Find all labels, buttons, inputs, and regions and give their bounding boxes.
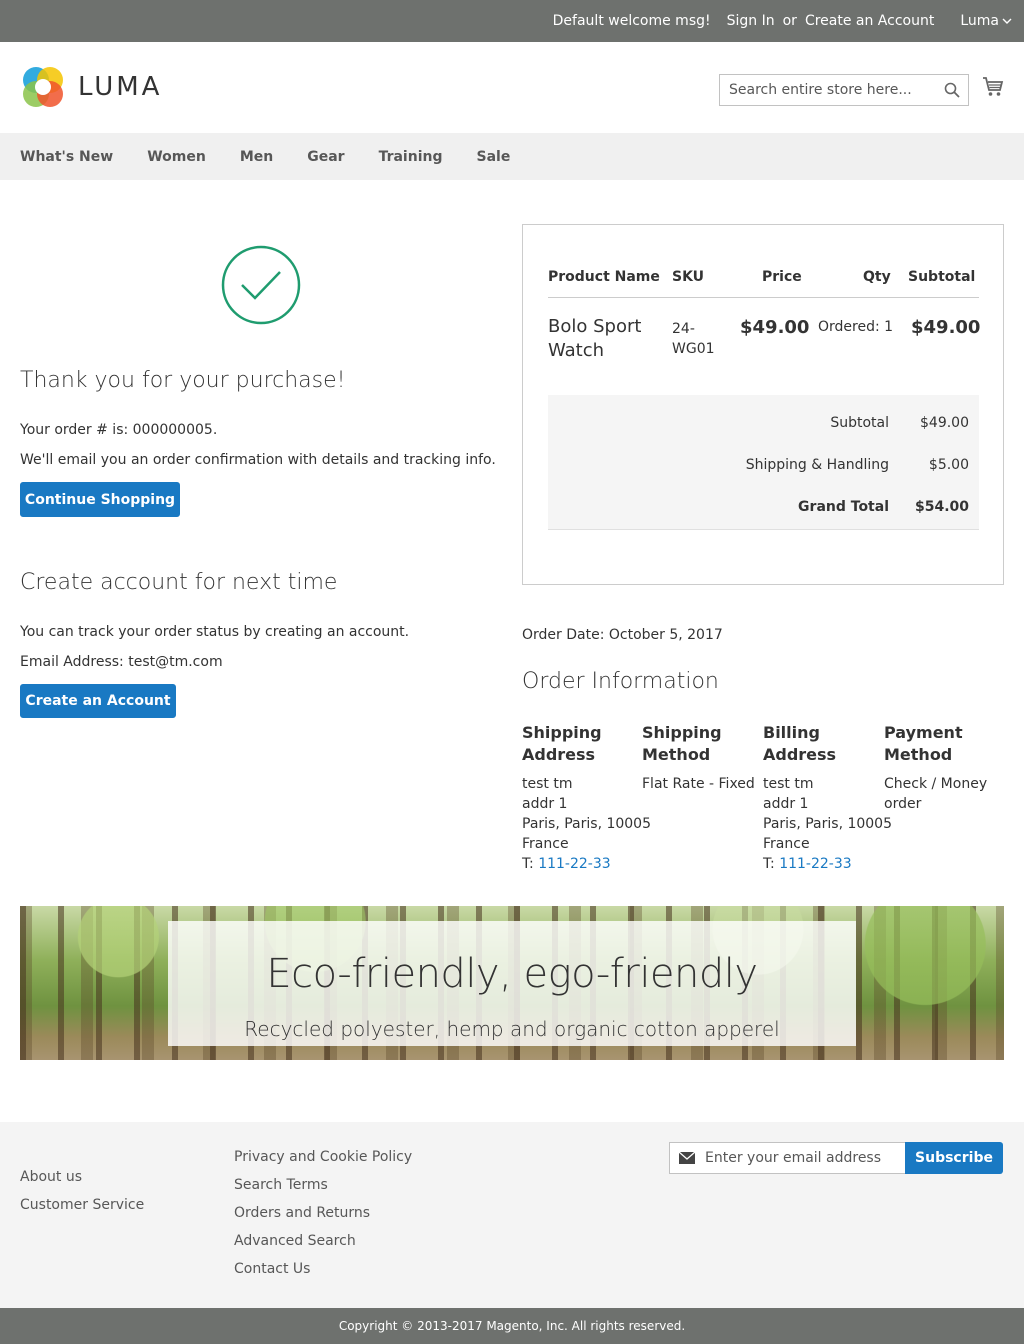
product-price: $49.00	[740, 317, 810, 338]
footer: About us Customer Service Privacy and Co…	[0, 1122, 1024, 1308]
address-line: Paris, Paris, 10005	[763, 816, 893, 832]
nav-item-training[interactable]: Training	[379, 149, 443, 165]
product-sku: 24-WG01	[672, 321, 715, 357]
search-icon[interactable]	[936, 82, 968, 98]
top-bar: Default welcome msg! Sign In or Create a…	[0, 0, 1024, 42]
track-note: You can track your order status by creat…	[20, 624, 410, 640]
address-line: addr 1	[763, 796, 809, 812]
payment-method: Payment Method Check / Money order	[884, 722, 999, 814]
banner-panel: Eco-friendly, ego-friendly Recycled poly…	[168, 921, 856, 1046]
shipping-address: Shipping Address test tm addr 1 Paris, P…	[522, 722, 652, 874]
payment-method-value: Check / Money order	[884, 776, 988, 812]
logo-text: LUMA	[78, 72, 163, 102]
welcome-message: Default welcome msg!	[552, 13, 711, 29]
header-qty: Qty	[863, 269, 891, 285]
or-text: or	[782, 13, 797, 29]
footer-link-about-us[interactable]: About us	[20, 1163, 144, 1191]
totals-value: $49.00	[920, 415, 969, 431]
subscribe-button[interactable]: Subscribe	[905, 1142, 1003, 1174]
checkmark-icon	[221, 245, 301, 325]
header: LUMA Search entire store here...	[0, 42, 1024, 133]
success-title: Thank you for your purchase!	[20, 368, 346, 393]
phone-prefix: T:	[763, 856, 775, 872]
product-qty: Ordered: 1	[818, 319, 894, 335]
store-switcher-label: Luma	[960, 13, 999, 29]
header-subtotal: Subtotal	[908, 269, 976, 285]
main-nav: What's New Women Men Gear Training Sale	[0, 133, 1024, 180]
shipping-method-value: Flat Rate - Fixed	[642, 776, 755, 792]
address-line: test tm	[763, 776, 814, 792]
phone-link[interactable]: 111-22-33	[779, 856, 851, 872]
totals-label: Subtotal	[830, 415, 889, 431]
footer-link-search-terms[interactable]: Search Terms	[234, 1171, 412, 1199]
footer-link-privacy[interactable]: Privacy and Cookie Policy	[234, 1143, 412, 1171]
footer-link-contact-us[interactable]: Contact Us	[234, 1255, 412, 1283]
order-summary: Product Name SKU Price Qty Subtotal Bolo…	[522, 224, 1004, 585]
sign-in-link[interactable]: Sign In	[727, 13, 775, 29]
continue-shopping-button[interactable]: Continue Shopping	[20, 482, 180, 517]
address-line: France	[763, 836, 810, 852]
create-account-button[interactable]: Create an Account	[20, 684, 176, 718]
store-switcher[interactable]: Luma	[948, 13, 1012, 29]
create-account-link[interactable]: Create an Account	[805, 13, 934, 29]
email-note: We'll email you an order confirmation wi…	[20, 452, 496, 468]
chevron-down-icon	[1002, 18, 1012, 24]
address-line: Paris, Paris, 10005	[522, 816, 652, 832]
phone-prefix: T:	[522, 856, 534, 872]
totals-label: Shipping & Handling	[745, 457, 889, 473]
billing-address-title: Billing Address	[763, 723, 837, 764]
banner-subheading: Recycled polyester, hemp and organic cot…	[244, 1017, 780, 1041]
address-line: France	[522, 836, 569, 852]
header-product-name: Product Name	[548, 269, 660, 285]
footer-links-1: About us Customer Service	[20, 1163, 144, 1219]
newsletter-placeholder: Enter your email address	[705, 1150, 882, 1166]
address-line: addr 1	[522, 796, 568, 812]
nav-item-women[interactable]: Women	[147, 149, 206, 165]
phone-line: T: 111-22-33	[522, 854, 647, 874]
shipping-method: Shipping Method Flat Rate - Fixed	[642, 722, 757, 794]
totals-value: $54.00	[914, 499, 969, 515]
luma-logo-icon	[23, 67, 63, 107]
banner-heading: Eco-friendly, ego-friendly	[266, 951, 758, 997]
payment-method-title: Payment Method	[884, 723, 963, 764]
order-info-title: Order Information	[522, 669, 719, 694]
divider	[548, 297, 979, 298]
search-input[interactable]: Search entire store here...	[719, 74, 969, 106]
totals-value: $5.00	[928, 457, 969, 473]
shipping-method-title: Shipping Method	[642, 723, 722, 764]
billing-address: Billing Address test tm addr 1 Paris, Pa…	[763, 722, 893, 874]
header-sku: SKU	[672, 269, 705, 285]
shipping-address-title: Shipping Address	[522, 723, 602, 764]
nav-item-whats-new[interactable]: What's New	[20, 149, 113, 165]
footer-link-advanced-search[interactable]: Advanced Search	[234, 1227, 412, 1255]
product-name: Bolo Sport Watch	[548, 316, 642, 361]
newsletter-email-input[interactable]: Enter your email address	[669, 1142, 906, 1174]
header-price: Price	[762, 269, 802, 285]
search-placeholder: Search entire store here...	[729, 82, 912, 98]
nav-item-men[interactable]: Men	[240, 149, 273, 165]
footer-link-orders-returns[interactable]: Orders and Returns	[234, 1199, 412, 1227]
copyright: Copyright © 2013-2017 Magento, Inc. All …	[0, 1308, 1024, 1344]
address-line: test tm	[522, 776, 573, 792]
order-date: Order Date: October 5, 2017	[522, 627, 723, 643]
order-number: Your order # is: 000000005.	[20, 422, 218, 438]
nav-item-sale[interactable]: Sale	[476, 149, 510, 165]
totals-label: Grand Total	[798, 499, 889, 515]
footer-link-customer-service[interactable]: Customer Service	[20, 1191, 144, 1219]
phone-line: T: 111-22-33	[763, 854, 883, 874]
nav-item-gear[interactable]: Gear	[307, 149, 344, 165]
footer-links-2: Privacy and Cookie Policy Search Terms O…	[234, 1143, 412, 1283]
logo[interactable]: LUMA	[20, 64, 162, 110]
totals: Subtotal $49.00 Shipping & Handling $5.0…	[548, 395, 979, 530]
envelope-icon	[679, 1152, 695, 1164]
promo-banner[interactable]: Eco-friendly, ego-friendly Recycled poly…	[20, 906, 1004, 1060]
email-address: Email Address: test@tm.com	[20, 654, 223, 670]
create-account-title: Create account for next time	[20, 570, 338, 595]
product-subtotal: $49.00	[911, 317, 981, 338]
phone-link[interactable]: 111-22-33	[538, 856, 610, 872]
cart-icon[interactable]	[982, 76, 1004, 102]
